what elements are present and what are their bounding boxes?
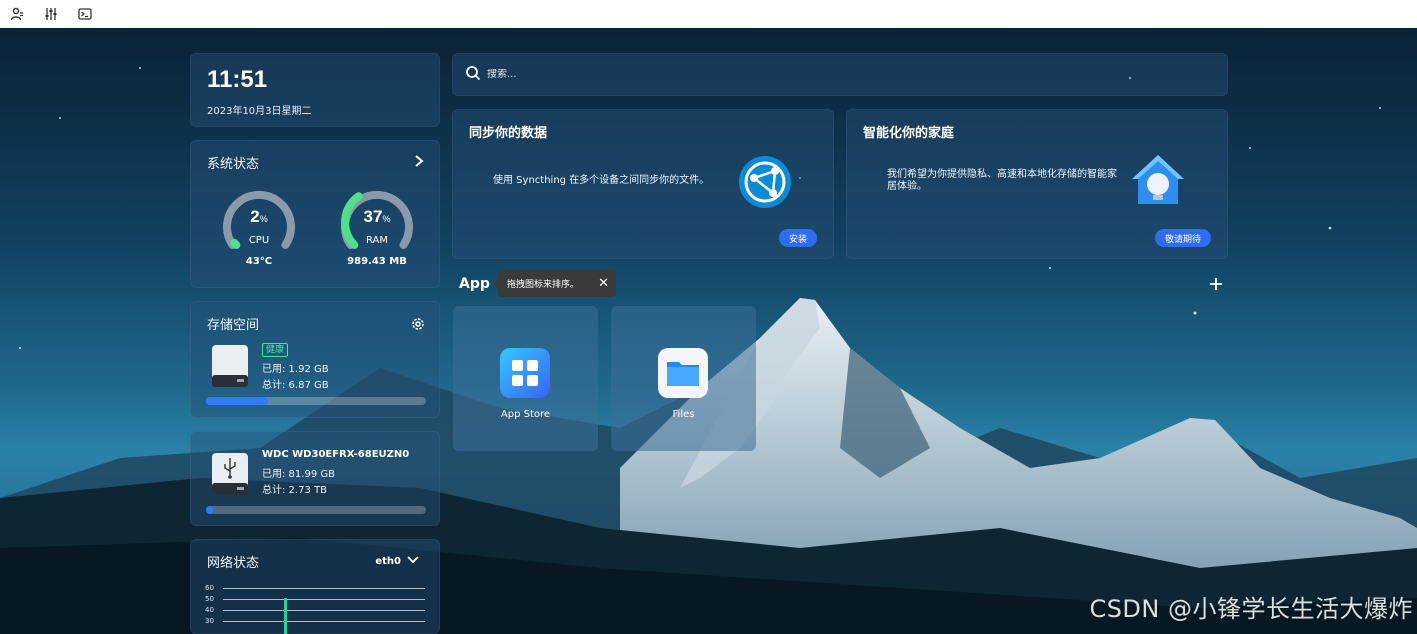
network-status-widget: 网络状态 eth0 60 50 40 30 xyxy=(190,539,440,634)
user-icon[interactable] xyxy=(8,5,26,23)
top-toolbar xyxy=(0,0,1417,28)
storage-title: 存储空间 xyxy=(207,318,260,333)
traffic-spike xyxy=(284,598,287,634)
app-name: Files xyxy=(672,409,695,420)
storage-total: 总计: 6.87 GB xyxy=(262,380,329,391)
system-status-title: 系统状态 xyxy=(207,157,260,172)
syncthing-icon xyxy=(737,154,793,214)
promo-card-sync: 同步你的数据 使用 Syncthing 在多个设备之间同步你的文件。 安装 xyxy=(452,109,834,259)
storage-usage-bar xyxy=(206,397,426,405)
search-bar[interactable] xyxy=(452,53,1228,96)
promo-home-title: 智能化你的家庭 xyxy=(863,126,955,141)
usb-disk-name: WDC WD30EFRX-68EUZN0 xyxy=(262,449,410,460)
cpu-label: CPU xyxy=(248,235,270,246)
grid-line xyxy=(223,599,425,600)
ram-label: RAM xyxy=(365,235,388,246)
add-app-button[interactable] xyxy=(1207,272,1225,296)
chevron-right-icon[interactable] xyxy=(413,153,425,172)
y-tick: 60 xyxy=(205,584,214,592)
cpu-temperature: 43°C xyxy=(245,256,273,267)
hard-disk-icon xyxy=(211,344,249,388)
terminal-icon[interactable] xyxy=(76,5,94,23)
y-tick: 50 xyxy=(205,595,214,603)
clock-date: 2023年10月3日星期二 xyxy=(207,106,312,117)
plus-icon xyxy=(1210,278,1222,290)
gear-icon[interactable] xyxy=(411,316,425,335)
app-name: App Store xyxy=(500,409,551,420)
usb-disk-widget: WDC WD30EFRX-68EUZN0 已用: 81.99 GB 总计: 2.… xyxy=(190,431,440,526)
storage-used: 已用: 1.92 GB xyxy=(262,364,329,375)
y-tick: 40 xyxy=(205,606,214,614)
interface-label: eth0 xyxy=(375,556,401,567)
y-tick: 30 xyxy=(205,617,214,625)
sliders-icon[interactable] xyxy=(42,5,60,23)
files-icon xyxy=(658,348,708,398)
ram-gauge: 37% RAM 989.43 MB xyxy=(337,183,417,273)
ram-used: 989.43 MB xyxy=(347,256,407,267)
apps-section-title: App xyxy=(459,276,490,292)
cpu-gauge: 2% CPU 43°C xyxy=(219,183,299,273)
search-input[interactable] xyxy=(487,69,1087,80)
grid-line xyxy=(223,621,425,622)
search-icon xyxy=(465,65,481,85)
app-tile-app-store[interactable]: App Store xyxy=(453,306,598,451)
cpu-value: 2% xyxy=(250,207,268,226)
promo-sync-description: 使用 Syncthing 在多个设备之间同步你的文件。 xyxy=(493,175,710,186)
app-tile-files[interactable]: Files xyxy=(611,306,756,451)
usb-usage-bar xyxy=(206,506,426,514)
usb-disk-used: 已用: 81.99 GB xyxy=(262,469,335,480)
app-store-icon xyxy=(500,348,550,398)
usb-disk-icon xyxy=(211,452,249,496)
promo-card-smart-home: 智能化你的家庭 我们希望为你提供隐私、高速和本地化存储的智能家居体验。 敬请期待 xyxy=(846,109,1228,259)
promo-home-description: 我们希望为你提供隐私、高速和本地化存储的智能家居体验。 xyxy=(887,169,1117,192)
install-button[interactable]: 安装 xyxy=(778,229,817,247)
system-status-widget: 系统状态 2% CPU 43°C 37% RAM 989.43 MB xyxy=(190,140,440,288)
promo-sync-title: 同步你的数据 xyxy=(469,126,548,141)
chevron-down-icon xyxy=(407,556,419,567)
interface-select[interactable]: eth0 xyxy=(375,556,419,567)
grid-line xyxy=(223,588,425,589)
clock-time: 11:51 xyxy=(207,66,268,93)
tooltip-text: 拖拽图标来排序。 xyxy=(507,280,580,290)
grid-line xyxy=(223,610,425,611)
clock-widget: 11:51 2023年10月3日星期二 xyxy=(190,53,440,127)
watermark: CSDN @小锋学长生活大爆炸 xyxy=(1089,595,1413,623)
close-icon[interactable]: ✕ xyxy=(598,276,609,291)
status-badge: 健康 xyxy=(262,343,289,357)
ram-value: 37% xyxy=(363,207,391,226)
usb-disk-total: 总计: 2.73 TB xyxy=(262,485,327,496)
storage-widget: 存储空间 健康 已用: 1.92 GB 总计: 6.87 GB xyxy=(190,301,440,418)
usb-usage-fill xyxy=(206,506,213,514)
coming-soon-button[interactable]: 敬请期待 xyxy=(1154,229,1211,247)
reorder-tooltip: 拖拽图标来排序。 ✕ xyxy=(493,270,616,297)
smart-home-icon xyxy=(1129,152,1187,214)
storage-usage-fill xyxy=(206,397,268,405)
